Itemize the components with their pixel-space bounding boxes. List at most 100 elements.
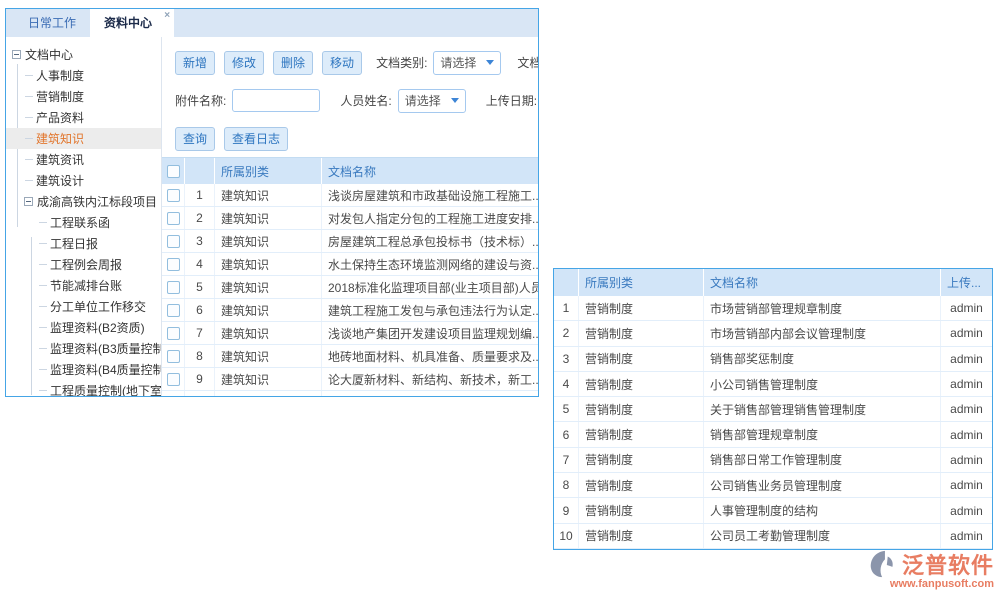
- tree-label: 产品资料: [36, 109, 84, 126]
- row-checkbox[interactable]: [167, 396, 180, 398]
- tree-tick: [39, 327, 47, 328]
- tree-item-construction-design[interactable]: 建筑设计: [6, 170, 161, 191]
- tree-item-product-data[interactable]: 产品资料: [6, 107, 161, 128]
- tree-tick: [39, 285, 47, 286]
- tree-item-construction-news[interactable]: 建筑资讯: [6, 149, 161, 170]
- query-button[interactable]: 查询: [175, 127, 215, 151]
- tree-label: 人事制度: [36, 67, 84, 84]
- row-checkbox[interactable]: [167, 258, 180, 271]
- tree-label: 节能减排台账: [50, 277, 122, 294]
- table-row[interactable]: 5 营销制度 关于销售部管理销售管理制度 admin: [554, 397, 992, 422]
- tree-root-project[interactable]: 成渝高铁内江标段项目: [6, 191, 161, 212]
- table-row[interactable]: 10 建筑知识 大厦地下室加气砼墙砌筑工程的施工方...: [162, 391, 538, 397]
- table-row[interactable]: 1 建筑知识 浅谈房屋建筑和市政基础设施工程施工...: [162, 184, 538, 207]
- tree-tick: [25, 159, 33, 160]
- tree-item-project-letter[interactable]: 工程联系函: [6, 212, 161, 233]
- row-checkbox[interactable]: [167, 304, 180, 317]
- doc-name-label-clipped: 文档名称: [517, 54, 538, 71]
- tree-tick: [39, 369, 47, 370]
- tree-label: 工程联系函: [50, 214, 110, 231]
- tree-item-supervision-b4[interactable]: 监理资料(B4质量控制): [6, 359, 161, 380]
- table-row[interactable]: 2 建筑知识 对发包人指定分包的工程施工进度安排...: [162, 207, 538, 230]
- row-num: 5: [554, 397, 579, 421]
- row-checkbox[interactable]: [167, 281, 180, 294]
- row-checkbox[interactable]: [167, 327, 180, 340]
- tree-item-construction-knowledge[interactable]: 建筑知识: [6, 128, 161, 149]
- tree-label: 文档中心: [25, 46, 73, 63]
- tree-root-document-center[interactable]: 文档中心: [6, 44, 161, 65]
- tree-tick: [25, 117, 33, 118]
- document-table-header: 所属别类 文档名称: [162, 158, 538, 184]
- table-row[interactable]: 8 建筑知识 地砖地面材料、机具准备、质量要求及...: [162, 345, 538, 368]
- marketing-policy-table-window: 所属别类 文档名称 上传... 1 营销制度 市场营销部管理规章制度 admin…: [553, 268, 993, 550]
- row-doc-name: 水土保持生态环境监测网络的建设与资...: [322, 253, 538, 275]
- table-row[interactable]: 1 营销制度 市场营销部管理规章制度 admin: [554, 296, 992, 321]
- tab-data-center[interactable]: 资料中心 ×: [90, 9, 174, 37]
- row-uploader: admin: [941, 473, 992, 497]
- doc-category-select[interactable]: 请选择: [433, 51, 501, 75]
- tree-item-hr-policy[interactable]: 人事制度: [6, 65, 161, 86]
- row-num: 3: [185, 230, 215, 252]
- row-doc-name: 浅谈房屋建筑和市政基础设施工程施工...: [322, 184, 538, 206]
- row-category: 建筑知识: [215, 253, 322, 275]
- row-category: 营销制度: [579, 524, 704, 548]
- attachment-name-input[interactable]: [232, 89, 320, 112]
- row-doc-name: 浅谈地产集团开发建设项目监理规划编...: [322, 322, 538, 344]
- view-log-button[interactable]: 查看日志: [224, 127, 288, 151]
- table-row[interactable]: 5 建筑知识 2018标准化监理项目部(业主项目部)人员...: [162, 276, 538, 299]
- row-num: 6: [185, 299, 215, 321]
- tab-daily-work[interactable]: 日常工作: [14, 9, 90, 37]
- select-all-checkbox[interactable]: [167, 165, 180, 178]
- row-category: 营销制度: [579, 372, 704, 396]
- tree-item-project-weekly[interactable]: 工程例会周报: [6, 254, 161, 275]
- tree-item-work-transfer[interactable]: 分工单位工作移交: [6, 296, 161, 317]
- table-row[interactable]: 7 营销制度 销售部日常工作管理制度 admin: [554, 448, 992, 473]
- table-row[interactable]: 9 营销制度 人事管理制度的结构 admin: [554, 498, 992, 523]
- row-num: 1: [185, 184, 215, 206]
- row-category: 建筑知识: [215, 391, 322, 397]
- row-num: 9: [554, 498, 579, 522]
- tree-item-energy-ledger[interactable]: 节能减排台账: [6, 275, 161, 296]
- collapse-icon[interactable]: [24, 197, 33, 206]
- col-doc-name: 文档名称: [322, 158, 538, 184]
- tree-item-marketing-policy[interactable]: 营销制度: [6, 86, 161, 107]
- row-checkbox[interactable]: [167, 373, 180, 386]
- table-row[interactable]: 4 营销制度 小公司销售管理制度 admin: [554, 372, 992, 397]
- row-checkbox[interactable]: [167, 189, 180, 202]
- table-row[interactable]: 6 营销制度 销售部管理规章制度 admin: [554, 422, 992, 447]
- row-checkbox[interactable]: [167, 212, 180, 225]
- tree-item-project-daily[interactable]: 工程日报: [6, 233, 161, 254]
- tree-item-supervision-b2[interactable]: 监理资料(B2资质): [6, 317, 161, 338]
- fanpu-logo-icon: [869, 549, 899, 579]
- table-row[interactable]: 2 营销制度 市场营销部内部会议管理制度 admin: [554, 321, 992, 346]
- person-name-select[interactable]: 请选择: [398, 89, 466, 113]
- close-icon[interactable]: ×: [164, 11, 170, 21]
- row-num: 10: [554, 524, 579, 548]
- document-table: 所属别类 文档名称 1 建筑知识 浅谈房屋建筑和市政基础设施工程施工... 2 …: [162, 157, 538, 397]
- row-num: 9: [185, 368, 215, 390]
- table-row[interactable]: 9 建筑知识 论大厦新材料、新结构、新技术，新工...: [162, 368, 538, 391]
- move-button[interactable]: 移动: [322, 51, 362, 75]
- tree-item-quality-basement[interactable]: 工程质量控制(地下室): [6, 380, 161, 397]
- add-button[interactable]: 新增: [175, 51, 215, 75]
- row-uploader: admin: [941, 321, 992, 345]
- table-row[interactable]: 8 营销制度 公司销售业务员管理制度 admin: [554, 473, 992, 498]
- table-row[interactable]: 4 建筑知识 水土保持生态环境监测网络的建设与资...: [162, 253, 538, 276]
- tree-label: 建筑资讯: [36, 151, 84, 168]
- table-row[interactable]: 3 营销制度 销售部奖惩制度 admin: [554, 347, 992, 372]
- tree-item-supervision-b3[interactable]: 监理资料(B3质量控制): [6, 338, 161, 359]
- row-checkbox[interactable]: [167, 350, 180, 363]
- collapse-icon[interactable]: [12, 50, 21, 59]
- row-doc-name: 销售部奖惩制度: [704, 347, 941, 371]
- tab-data-center-label: 资料中心: [104, 16, 152, 30]
- delete-button[interactable]: 删除: [273, 51, 313, 75]
- table-row[interactable]: 6 建筑知识 建筑工程施工发包与承包违法行为认定...: [162, 299, 538, 322]
- table-row[interactable]: 7 建筑知识 浅谈地产集团开发建设项目监理规划编...: [162, 322, 538, 345]
- table-row[interactable]: 10 营销制度 公司员工考勤管理制度 admin: [554, 524, 992, 549]
- person-name-label: 人员姓名:: [340, 92, 391, 109]
- edit-button[interactable]: 修改: [224, 51, 264, 75]
- table-row[interactable]: 3 建筑知识 房屋建筑工程总承包投标书（技术标）...: [162, 230, 538, 253]
- col-doc-name: 文档名称: [704, 269, 941, 296]
- row-doc-name: 2018标准化监理项目部(业主项目部)人员...: [322, 276, 538, 298]
- row-checkbox[interactable]: [167, 235, 180, 248]
